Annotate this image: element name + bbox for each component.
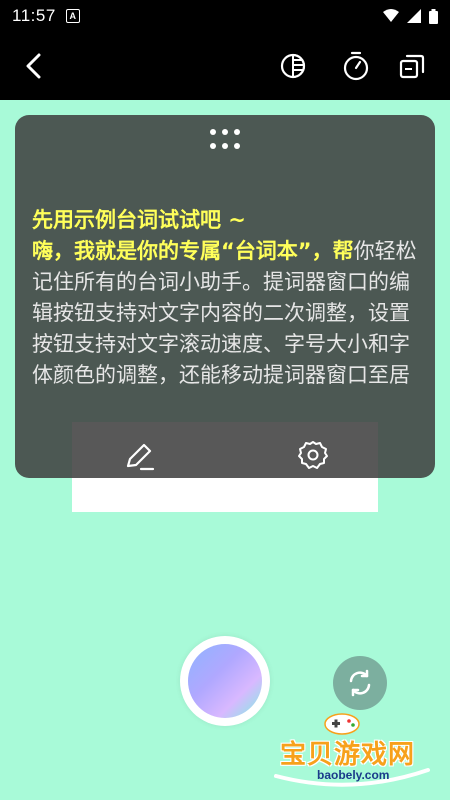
status-icons — [383, 8, 438, 24]
timer-icon[interactable] — [340, 50, 372, 82]
edit-pencil-icon[interactable] — [120, 437, 160, 477]
watermark-url: baobely.com — [317, 768, 390, 782]
status-bar: 11:57 A — [0, 0, 450, 32]
notification-badge: A — [65, 9, 80, 23]
cellular-signal-icon — [407, 9, 421, 23]
app-bar — [0, 32, 450, 100]
settings-gear-icon[interactable] — [293, 435, 333, 475]
contrast-icon[interactable] — [277, 50, 309, 82]
watermark-title: 宝贝游戏网 — [280, 740, 416, 770]
gamepad-icon — [324, 713, 360, 735]
teleprompter-window[interactable]: 先用示例台词试试吧 ~ 嗨，我就是你的专属“台词本”，帮你轻松记住所有的台词小助… — [15, 115, 435, 478]
script-highlight-line-2: 嗨，我就是你的专属“台词本”，帮 — [32, 239, 354, 263]
record-button-icon[interactable] — [180, 636, 270, 726]
record-button-inner — [188, 644, 262, 718]
script-text: 先用示例台词试试吧 ~ 嗨，我就是你的专属“台词本”，帮你轻松记住所有的台词小助… — [32, 205, 424, 417]
drag-handle-icon[interactable] — [207, 127, 243, 153]
wifi-icon — [383, 9, 399, 22]
battery-icon — [429, 8, 438, 24]
script-highlight-line-1: 先用示例台词试试吧 ~ — [32, 208, 246, 232]
watermark: 宝贝游戏网 baobely.com — [262, 706, 437, 794]
flip-camera-icon[interactable] — [333, 656, 387, 710]
copy-windows-icon[interactable] — [396, 50, 428, 82]
back-arrow-icon[interactable] — [18, 50, 50, 82]
status-time: 11:57 — [12, 6, 56, 25]
